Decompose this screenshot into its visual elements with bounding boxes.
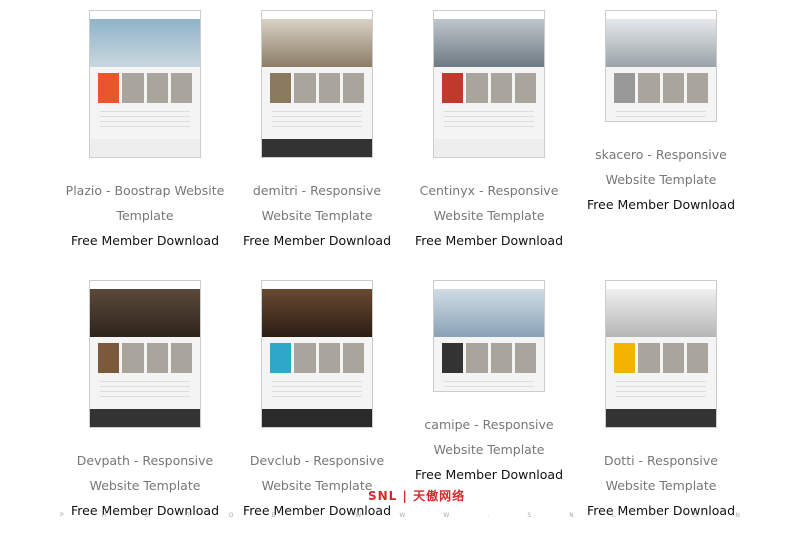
watermark-letter: C xyxy=(693,512,698,519)
thumb-hero xyxy=(90,289,200,337)
free-member-download-link[interactable]: Free Member Download xyxy=(415,228,563,253)
template-thumbnail[interactable] xyxy=(89,280,201,428)
template-grid: Plazio - Boostrap Website Template Free … xyxy=(59,10,747,540)
thumb-hero xyxy=(90,19,200,67)
template-title[interactable]: Dotti - Responsive Website Template xyxy=(581,448,741,498)
template-card: Plazio - Boostrap Website Template Free … xyxy=(59,10,231,280)
watermark-letter: B xyxy=(271,512,276,519)
template-card: Centinyx - Responsive Website Template F… xyxy=(403,10,575,280)
template-card: Devpath - Responsive Website Template Fr… xyxy=(59,280,231,540)
thumb-footer xyxy=(90,409,200,427)
watermark-letter: W xyxy=(443,512,450,519)
template-thumbnail[interactable] xyxy=(605,10,717,122)
thumb-text-lines xyxy=(100,381,190,401)
thumb-hero xyxy=(434,19,544,67)
thumb-tiles xyxy=(270,343,364,373)
template-card: Dotti - Responsive Website Template Free… xyxy=(575,280,747,540)
watermark-letter: S xyxy=(527,512,532,519)
template-thumbnail[interactable] xyxy=(433,280,545,392)
watermark-letter: O xyxy=(228,512,234,519)
free-member-download-link[interactable]: Free Member Download xyxy=(71,498,219,523)
thumb-tiles xyxy=(614,343,708,373)
template-thumbnail[interactable] xyxy=(433,10,545,158)
watermark-letter: L xyxy=(611,512,616,519)
template-card: demitri - Responsive Website Template Fr… xyxy=(231,10,403,280)
free-member-download-link[interactable]: Free Member Download xyxy=(587,498,735,523)
template-title[interactable]: demitri - Responsive Website Template xyxy=(237,178,397,228)
template-card: skacero - Responsive Website Template Fr… xyxy=(575,10,747,280)
thumb-text-lines xyxy=(272,111,362,131)
watermark-letter: H xyxy=(101,512,107,519)
watermark-letter: W xyxy=(399,512,406,519)
free-member-download-link[interactable]: Free Member Download xyxy=(71,228,219,253)
thumb-hero xyxy=(262,289,372,337)
thumb-text-lines xyxy=(100,111,190,131)
template-title[interactable]: Plazio - Boostrap Website Template xyxy=(65,178,225,228)
template-title[interactable]: camipe - Responsive Website Template xyxy=(409,412,569,462)
watermark-letter: P xyxy=(60,512,64,519)
watermark: P H O T O B Y W W W. S N L. C N xyxy=(60,512,740,519)
thumb-text-lines xyxy=(444,381,534,391)
watermark-letter: Y xyxy=(313,512,318,519)
free-member-download-link[interactable]: Free Member Download xyxy=(415,462,563,487)
template-title[interactable]: Devpath - Responsive Website Template xyxy=(65,448,225,498)
thumb-tiles xyxy=(442,73,536,103)
thumb-hero xyxy=(262,19,372,67)
thumb-footer xyxy=(434,139,544,157)
thumb-hero xyxy=(606,19,716,67)
watermark-letter: W xyxy=(355,512,362,519)
thumb-tiles xyxy=(98,343,192,373)
free-member-download-link[interactable]: Free Member Download xyxy=(243,228,391,253)
template-thumbnail[interactable] xyxy=(605,280,717,428)
watermark-letter: . xyxy=(653,512,656,519)
snl-logo: SNL | 天傲网络 xyxy=(368,489,466,503)
thumb-tiles xyxy=(614,73,708,103)
free-member-download-link[interactable]: Free Member Download xyxy=(587,192,735,217)
thumb-footer xyxy=(262,409,372,427)
thumb-text-lines xyxy=(444,111,534,131)
template-title[interactable]: skacero - Responsive Website Template xyxy=(581,142,741,192)
thumb-footer xyxy=(262,139,372,157)
template-thumbnail[interactable] xyxy=(261,10,373,158)
thumb-tiles xyxy=(98,73,192,103)
thumb-tiles xyxy=(270,73,364,103)
thumb-text-lines xyxy=(616,111,706,121)
thumb-hero xyxy=(606,289,716,337)
thumb-text-lines xyxy=(616,381,706,401)
thumb-hero xyxy=(434,289,544,337)
thumb-footer xyxy=(90,139,200,157)
thumb-footer xyxy=(606,409,716,427)
thumb-tiles xyxy=(442,343,536,373)
template-thumbnail[interactable] xyxy=(261,280,373,428)
watermark-letter: N xyxy=(569,512,574,519)
watermark-letter: T xyxy=(187,512,191,519)
watermark-letter: . xyxy=(487,512,490,519)
template-thumbnail[interactable] xyxy=(89,10,201,158)
thumb-text-lines xyxy=(272,381,362,401)
template-title[interactable]: Centinyx - Responsive Website Template xyxy=(409,178,569,228)
watermark-letter: N xyxy=(735,512,740,519)
watermark-letter: O xyxy=(144,512,149,519)
